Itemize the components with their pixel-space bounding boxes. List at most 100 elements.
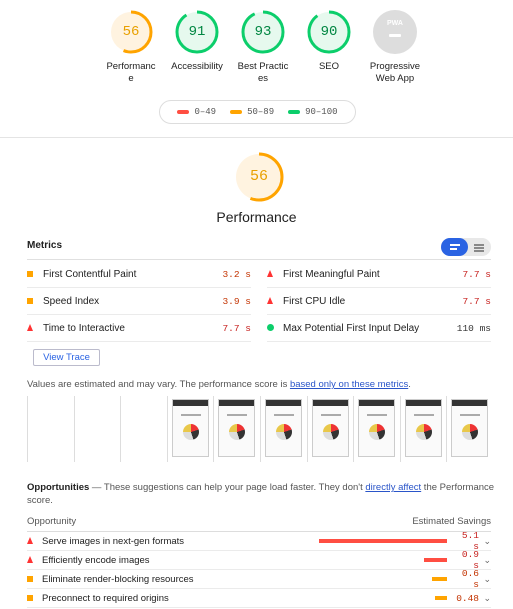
gauge-ring: 56 — [109, 10, 153, 54]
legend-item-fail: 0–49 — [177, 107, 216, 117]
gauge-ring: 93 — [241, 10, 285, 54]
metric-label: First CPU Idle — [283, 296, 346, 307]
gauge-label: Best Practices — [237, 61, 289, 84]
legend-range: 90–100 — [305, 107, 338, 117]
pass-circle-icon — [267, 324, 274, 331]
savings-bar — [319, 539, 447, 543]
fail-triangle-icon — [27, 324, 33, 331]
filmstrip-frame — [399, 396, 447, 462]
opportunities-desc: — These suggestions can help your page l… — [89, 482, 366, 493]
page-thumbnail — [404, 399, 442, 457]
filmstrip-frame — [120, 396, 167, 462]
metric-first-meaningful-paint: First Meaningful Paint 7.7 s — [267, 262, 491, 288]
filmstrip-frame — [353, 396, 400, 462]
page-thumbnail — [218, 399, 256, 457]
opportunity-row-next-gen-images[interactable]: Serve images in next-gen formats 5.1 s ⌄ — [27, 530, 491, 552]
fail-triangle-icon — [27, 555, 33, 563]
filmstrip-frame — [259, 396, 307, 462]
opportunity-label: Efficiently encode images — [42, 554, 150, 566]
savings-column-header: Estimated Savings — [412, 516, 491, 527]
category-gauges: 56 Performance 91 Accessibility 93 Best … — [98, 10, 428, 85]
opportunity-row-preconnect[interactable]: Preconnect to required origins 0.48 ⌄ — [27, 589, 491, 608]
legend-swatch — [177, 110, 190, 114]
screenshot-filmstrip — [27, 396, 493, 462]
metrics-header: Metrics — [27, 240, 63, 251]
performance-gauge: 56 — [234, 152, 284, 202]
view-trace-button[interactable]: View Trace — [33, 349, 100, 366]
pwa-badge-text: PWA — [387, 20, 403, 27]
metric-value: 7.7 s — [462, 269, 491, 280]
gauge-performance[interactable]: 56 Performance — [98, 10, 164, 85]
directly-affect-link[interactable]: directly affect — [365, 482, 421, 493]
page-thumbnail — [264, 399, 302, 457]
page-thumbnail — [358, 399, 396, 457]
savings-value: 0.48 — [456, 592, 479, 604]
metric-value: 7.7 s — [462, 296, 491, 307]
chevron-down-icon[interactable]: ⌄ — [479, 536, 491, 547]
metric-max-potential-fid: Max Potential First Input Delay 110 ms — [267, 316, 491, 342]
filmstrip-frame — [213, 396, 260, 462]
filmstrip-frame — [446, 396, 493, 462]
gauge-best-practices[interactable]: 93 Best Practices — [230, 10, 296, 85]
opportunities-heading: Opportunities — [27, 482, 90, 493]
metric-value: 110 ms — [456, 323, 491, 334]
opportunities-intro: Opportunities — These suggestions can he… — [27, 481, 497, 507]
average-square-icon — [27, 298, 33, 304]
average-square-icon — [27, 271, 33, 277]
fail-triangle-icon — [267, 297, 273, 304]
estimate-end: . — [408, 379, 411, 390]
page-thumbnail — [171, 399, 209, 457]
page-thumbnail — [451, 399, 489, 457]
gauge-accessibility[interactable]: 91 Accessibility — [164, 10, 230, 85]
opportunities-table-header: Opportunity Estimated Savings — [27, 516, 491, 532]
gauge-label: Accessibility — [171, 61, 223, 72]
metric-label: Speed Index — [43, 296, 100, 307]
gauge-score: 91 — [188, 24, 206, 40]
metrics-divider — [27, 259, 491, 260]
opportunity-row-render-blocking[interactable]: Eliminate render-blocking resources 0.6 … — [27, 568, 491, 590]
opportunity-row-encode-images[interactable]: Efficiently encode images 0.9 s ⌄ — [27, 549, 491, 571]
section-divider — [0, 137, 513, 138]
performance-score: 56 — [249, 168, 268, 185]
gauge-label: Performance — [106, 61, 156, 84]
metric-first-cpu-idle: First CPU Idle 7.7 s — [267, 289, 491, 315]
savings-bar — [319, 558, 447, 562]
metric-label: Max Potential First Input Delay — [283, 323, 420, 334]
performance-title: Performance — [216, 209, 297, 225]
compact-view-icon[interactable] — [441, 238, 468, 256]
legend-range: 0–49 — [194, 107, 217, 117]
metric-value: 3.2 s — [222, 269, 251, 280]
savings-bar — [319, 596, 447, 600]
opportunity-label: Eliminate render-blocking resources — [42, 573, 194, 585]
gauge-pwa[interactable]: PWA Progressive Web App — [362, 10, 428, 85]
pwa-dash-icon — [389, 34, 401, 37]
gauge-score: 90 — [320, 24, 338, 40]
filmstrip-frame — [306, 396, 354, 462]
metric-value: 7.7 s — [222, 323, 251, 334]
gauge-score: 56 — [122, 24, 140, 40]
filmstrip-frame — [166, 396, 214, 462]
opportunity-label: Serve images in next-gen formats — [42, 535, 185, 547]
metric-speed-index: Speed Index 3.9 s — [27, 289, 251, 315]
fail-triangle-icon — [267, 270, 273, 277]
chevron-down-icon[interactable]: ⌄ — [479, 593, 491, 604]
gauge-score: 93 — [254, 24, 272, 40]
chevron-down-icon[interactable]: ⌄ — [479, 555, 491, 566]
chevron-down-icon[interactable]: ⌄ — [479, 574, 491, 585]
metric-first-contentful-paint: First Contentful Paint 3.2 s — [27, 262, 251, 288]
opportunity-label: Preconnect to required origins — [42, 592, 169, 604]
gauge-seo[interactable]: 90 SEO — [296, 10, 362, 85]
filmstrip-frame — [27, 396, 74, 462]
estimate-text: Values are estimated and may vary. The p… — [27, 379, 290, 390]
metric-label: First Meaningful Paint — [283, 269, 380, 280]
gauge-label: SEO — [318, 61, 340, 72]
legend-item-pass: 90–100 — [288, 107, 338, 117]
fail-triangle-icon — [27, 536, 33, 544]
page-thumbnail — [311, 399, 349, 457]
gauge-ring: 90 — [307, 10, 351, 54]
metric-label: First Contentful Paint — [43, 269, 137, 280]
metrics-scoring-link[interactable]: based only on these metrics — [290, 379, 408, 390]
metric-value: 3.9 s — [222, 296, 251, 307]
metrics-view-toggle[interactable] — [441, 238, 491, 256]
opportunity-column-header: Opportunity — [27, 516, 77, 527]
